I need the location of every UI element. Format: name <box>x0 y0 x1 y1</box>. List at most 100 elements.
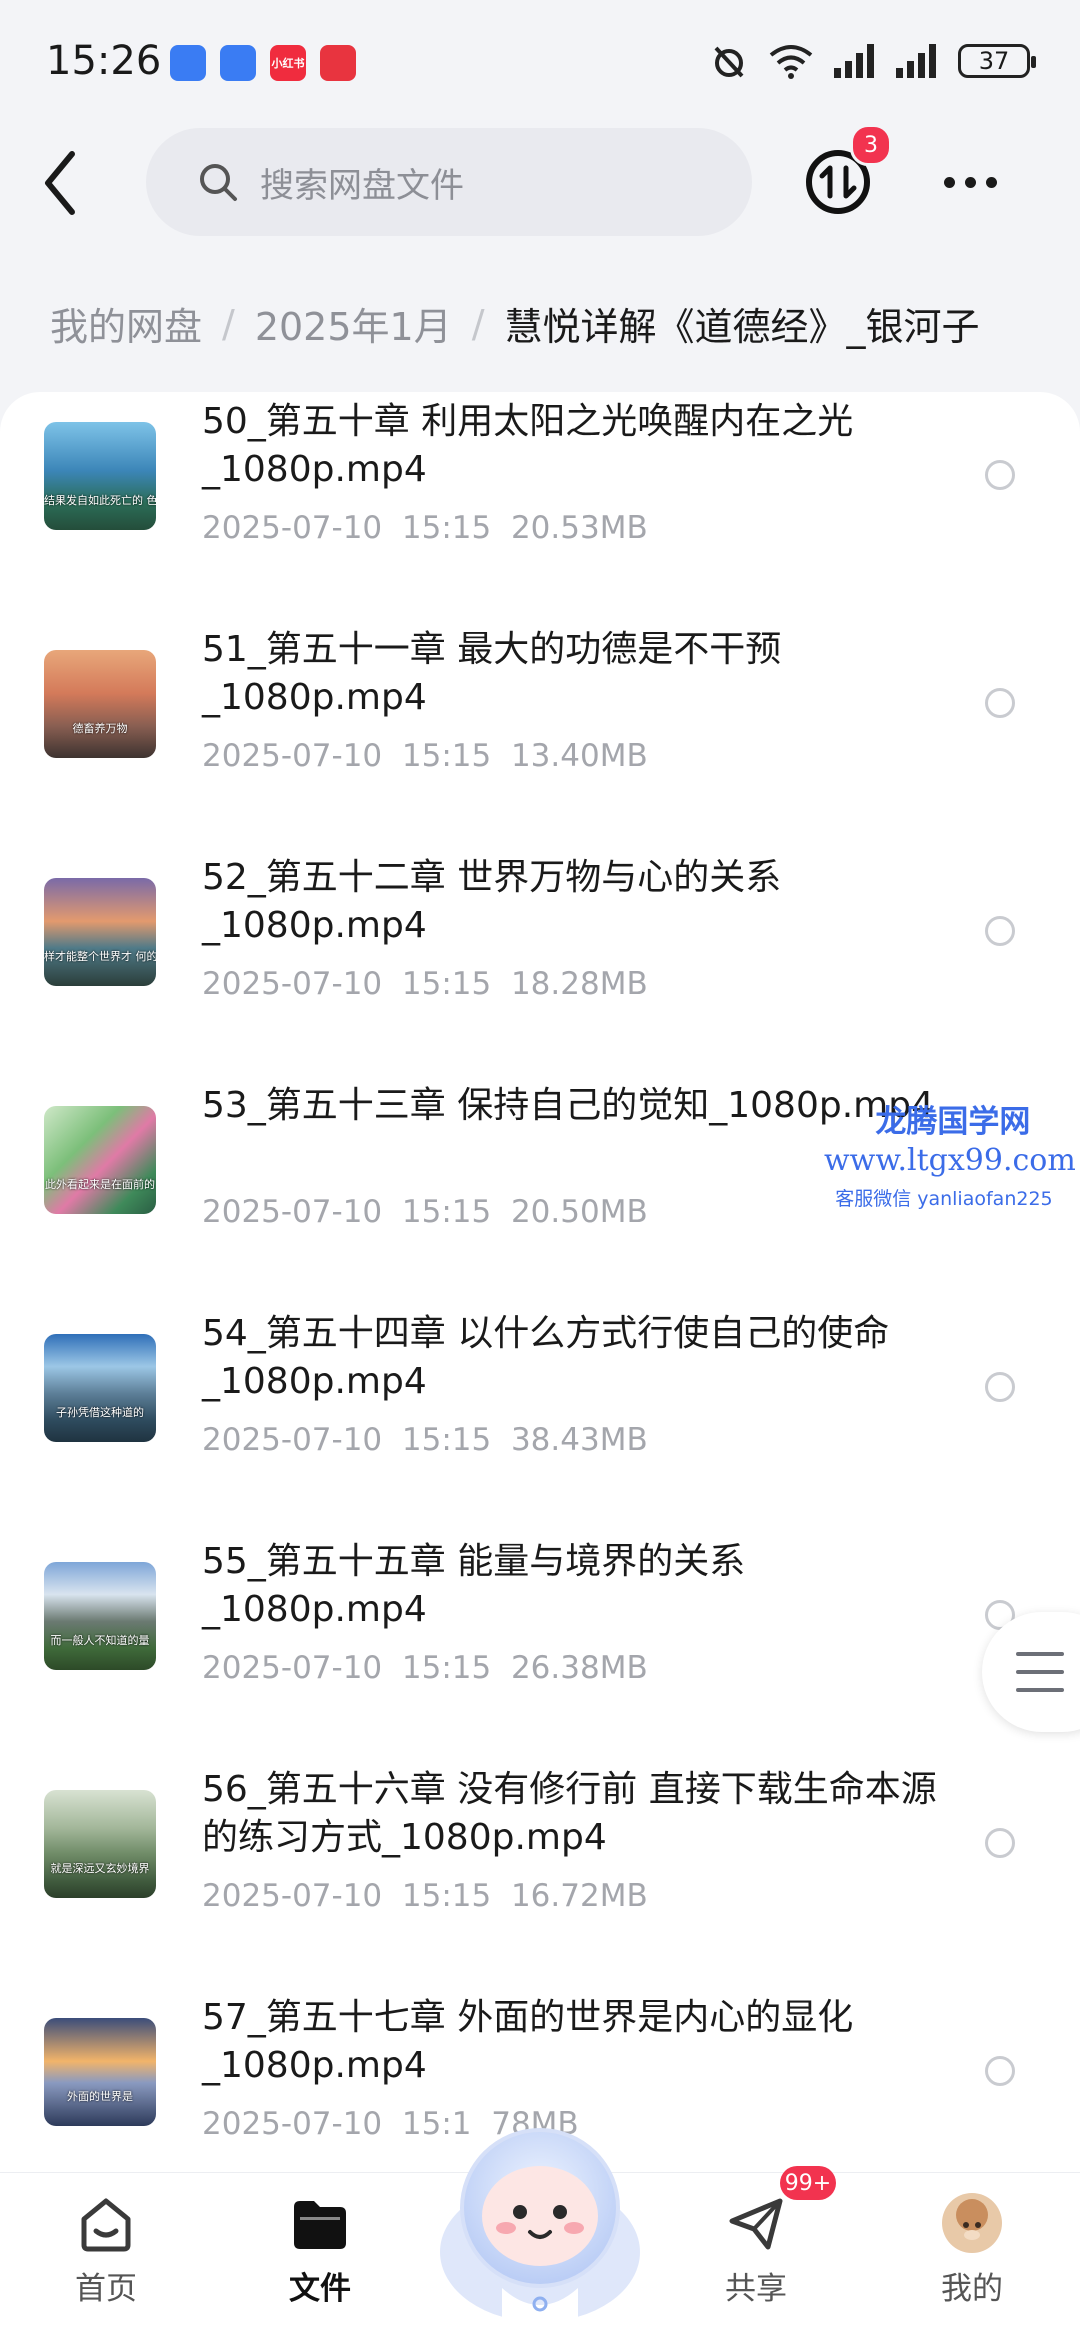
search-placeholder: 搜索网盘文件 <box>260 165 464 206</box>
file-meta: 2025-07-10 15:15 18.28MB <box>202 966 648 1002</box>
file-time: 15:15 <box>401 1422 492 1458</box>
notification-app-icon <box>320 45 356 81</box>
select-checkbox[interactable] <box>985 916 1015 946</box>
file-row[interactable]: 子孙凭借这种道的 54_第五十四章 以什么方式行使自己的使命_1080p.mp4… <box>0 1304 1080 1532</box>
file-time: 15:15 <box>401 738 492 774</box>
more-options-button[interactable] <box>944 168 1000 196</box>
file-time: 15:15 <box>401 1878 492 1914</box>
thumbnail-caption: 德畜养万物 <box>72 722 128 735</box>
file-size: 26.38MB <box>510 1650 648 1686</box>
select-checkbox[interactable] <box>985 1372 1015 1402</box>
thumbnail-caption: 外面的世界是 <box>67 2090 133 2103</box>
status-indicators: 37 <box>710 42 1036 80</box>
video-thumbnail: 样才能整个世界才 何的心 <box>44 878 156 986</box>
file-name: 54_第五十四章 以什么方式行使自己的使命_1080p.mp4 <box>202 1313 890 1402</box>
thumbnail-caption: 结果发自如此死亡的 色灼灼，于是为之三 <box>44 494 156 507</box>
file-date: 2025-07-10 <box>202 1878 383 1914</box>
folder-icon <box>294 2201 346 2249</box>
video-thumbnail: 结果发自如此死亡的 色灼灼，于是为之三 <box>44 422 156 530</box>
video-thumbnail: 子孙凭借这种道的 <box>44 1334 156 1442</box>
file-date: 2025-07-10 <box>202 738 383 774</box>
menu-line-icon <box>1016 1652 1064 1656</box>
file-time: 15:15 <box>401 1194 492 1230</box>
paper-plane-icon <box>729 2198 783 2250</box>
breadcrumb-my-drive[interactable]: 我的网盘 <box>50 296 202 351</box>
status-app-icons: 小红书 <box>170 45 356 81</box>
share-badge: 99+ <box>780 2166 836 2200</box>
file-date: 2025-07-10 <box>202 966 383 1002</box>
home-icon <box>81 2198 131 2252</box>
menu-line-icon <box>1016 1670 1064 1674</box>
file-size: 20.50MB <box>510 1194 648 1230</box>
file-meta: 2025-07-10 15:15 13.40MB <box>202 738 648 774</box>
menu-line-icon <box>1016 1688 1064 1692</box>
wifi-icon <box>769 45 813 79</box>
transfer-count-badge: 3 <box>850 124 892 166</box>
status-bar: 15:26 小红书 37 <box>0 0 1080 120</box>
status-time: 15:26 <box>46 38 162 84</box>
watermark-title: 龙腾国学网 <box>875 1104 1031 1140</box>
select-checkbox[interactable] <box>985 460 1015 490</box>
notification-app-icon <box>220 45 256 81</box>
watermark: 龙腾国学网 www.ltgx99.com 客服微信 yanliaofan225 <box>824 1096 1076 1211</box>
file-name: 55_第五十五章 能量与境界的关系_1080p.mp4 <box>202 1541 746 1630</box>
video-thumbnail: 就是深远又玄妙境界 <box>44 1790 156 1898</box>
file-size: 18.28MB <box>510 966 648 1002</box>
file-meta: 2025-07-10 15:15 26.38MB <box>202 1650 648 1686</box>
video-thumbnail: 外面的世界是 <box>44 2018 156 2126</box>
avatar-icon <box>942 2193 1002 2253</box>
select-checkbox[interactable] <box>985 688 1015 718</box>
notification-app-icon <box>170 45 206 81</box>
thumbnail-caption: 子孙凭借这种道的 <box>56 1406 144 1419</box>
tab-home[interactable]: 首页 <box>46 2191 166 2308</box>
search-input[interactable]: 搜索网盘文件 <box>146 128 752 236</box>
file-date: 2025-07-10 <box>202 1422 383 1458</box>
tab-share[interactable]: 共享 <box>696 2191 816 2308</box>
file-row[interactable]: 结果发自如此死亡的 色灼灼，于是为之三 50_第五十章 利用太阳之光唤醒内在之光… <box>0 392 1080 620</box>
file-size: 20.53MB <box>510 510 648 546</box>
tab-files[interactable]: 文件 <box>260 2191 380 2308</box>
file-date: 2025-07-10 <box>202 510 383 546</box>
tab-label: 共享 <box>725 2271 787 2307</box>
breadcrumb-separator: / <box>471 301 485 346</box>
file-date: 2025-07-10 <box>202 2106 383 2142</box>
tab-profile[interactable]: 我的 <box>912 2191 1032 2308</box>
tab-label: 我的 <box>941 2271 1003 2307</box>
file-time: 15:15 <box>401 966 492 1002</box>
watermark-service: 客服微信 yanliaofan225 <box>835 1188 1053 1210</box>
file-name: 56_第五十六章 没有修行前 直接下载生命本源的练习方式_1080p.mp4 <box>202 1769 937 1858</box>
thumbnail-caption: 就是深远又玄妙境界 <box>50 1862 150 1875</box>
file-date: 2025-07-10 <box>202 1194 383 1230</box>
select-checkbox[interactable] <box>985 1828 1015 1858</box>
select-checkbox[interactable] <box>985 2056 1015 2086</box>
file-list: 结果发自如此死亡的 色灼灼，于是为之三 50_第五十章 利用太阳之光唤醒内在之光… <box>0 392 1080 2172</box>
video-thumbnail: 而一般人不知道的量 <box>44 1562 156 1670</box>
battery-indicator: 37 <box>958 44 1036 78</box>
file-size: 38.43MB <box>510 1422 648 1458</box>
file-time: 15:15 <box>401 510 492 546</box>
file-meta: 2025-07-10 15:15 20.50MB <box>202 1194 648 1230</box>
assistant-mascot-button[interactable] <box>432 2112 648 2324</box>
file-meta: 2025-07-10 15:15 38.43MB <box>202 1422 648 1458</box>
file-meta: 2025-07-10 15:15 20.53MB <box>202 510 648 546</box>
breadcrumb: 我的网盘 / 2025年1月 / 慧悦详解《道德经》_银河子 <box>50 296 980 351</box>
back-button[interactable] <box>40 148 80 218</box>
file-name: 57_第五十七章 外面的世界是内心的显化_1080p.mp4 <box>202 1997 854 2086</box>
file-size: 16.72MB <box>510 1878 648 1914</box>
alarm-off-icon <box>714 46 744 78</box>
video-thumbnail: 德畜养万物 <box>44 650 156 758</box>
breadcrumb-folder[interactable]: 2025年1月 <box>255 296 452 351</box>
thumbnail-caption: 此外看起来是在面前的 <box>45 1178 155 1191</box>
file-row[interactable]: 而一般人不知道的量 55_第五十五章 能量与境界的关系_1080p.mp4 20… <box>0 1532 1080 1760</box>
file-row[interactable]: 德畜养万物 51_第五十一章 最大的功德是不干预_1080p.mp4 2025-… <box>0 620 1080 848</box>
file-row[interactable]: 样才能整个世界才 何的心 52_第五十二章 世界万物与心的关系_1080p.mp… <box>0 848 1080 1076</box>
thumbnail-caption: 样才能整个世界才 何的心 <box>44 950 156 963</box>
signal-icon <box>896 44 936 78</box>
file-row[interactable]: 就是深远又玄妙境界 56_第五十六章 没有修行前 直接下载生命本源的练习方式_1… <box>0 1760 1080 1988</box>
file-name: 50_第五十章 利用太阳之光唤醒内在之光_1080p.mp4 <box>202 401 854 490</box>
file-name: 52_第五十二章 世界万物与心的关系_1080p.mp4 <box>202 857 782 946</box>
thumbnail-caption: 而一般人不知道的量 <box>50 1634 150 1647</box>
file-meta: 2025-07-10 15:15 16.72MB <box>202 1878 648 1914</box>
file-date: 2025-07-10 <box>202 1650 383 1686</box>
search-icon <box>200 164 237 201</box>
